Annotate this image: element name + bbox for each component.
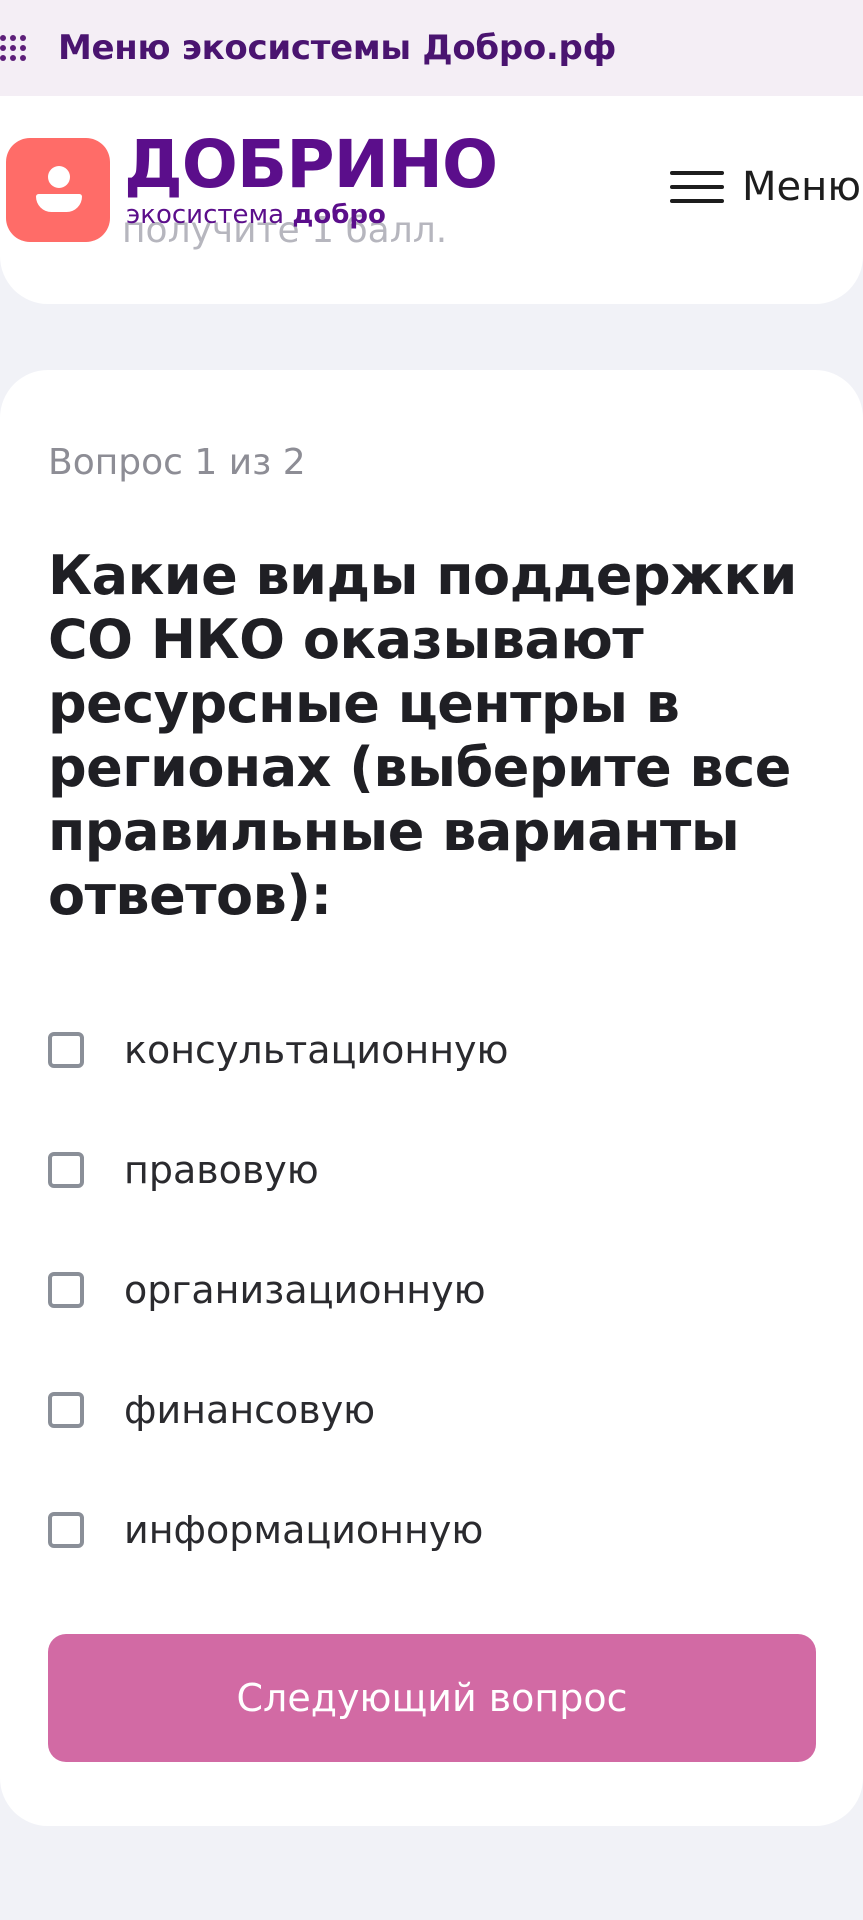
ecosystem-menu-bar[interactable]: Меню экосистемы Добро.рф: [0, 0, 863, 96]
answer-label[interactable]: финансовую: [124, 1388, 375, 1432]
checkbox[interactable]: [48, 1032, 84, 1068]
question-title: Какие виды поддержки СО НКО оказывают ре…: [48, 544, 797, 927]
menu-button[interactable]: Меню: [670, 162, 863, 212]
menu-label: Меню: [742, 164, 861, 210]
answer-option[interactable]: информационную: [48, 1470, 509, 1590]
hamburger-icon: [670, 167, 725, 207]
answer-option[interactable]: финансовую: [48, 1350, 509, 1470]
answer-option[interactable]: организационную: [48, 1230, 509, 1350]
next-question-button[interactable]: Следующий вопрос: [48, 1634, 816, 1762]
logo-title[interactable]: ДОБРИНО: [124, 130, 498, 200]
answer-label[interactable]: правовую: [124, 1148, 319, 1192]
answer-option[interactable]: консультационную: [48, 990, 509, 1110]
quiz-card: Вопрос 1 из 2 Какие виды поддержки СО НК…: [0, 370, 863, 1826]
ecosystem-menu-label: Меню экосистемы Добро.рф: [58, 28, 617, 68]
checkbox[interactable]: [48, 1272, 84, 1308]
grid-dots-icon: [0, 35, 30, 61]
checkbox[interactable]: [48, 1392, 84, 1428]
checkbox[interactable]: [48, 1152, 84, 1188]
answer-option[interactable]: правовую: [48, 1110, 509, 1230]
dobrino-logo-icon[interactable]: [6, 138, 110, 242]
checkbox[interactable]: [48, 1512, 84, 1548]
logo-sub-prefix: экосистема: [126, 200, 285, 230]
logo-sub-brand: добро: [292, 200, 386, 230]
question-counter: Вопрос 1 из 2: [48, 442, 306, 483]
answer-options: консультационную правовую организационну…: [48, 990, 509, 1590]
answer-label[interactable]: организационную: [124, 1268, 486, 1312]
answer-label[interactable]: информационную: [124, 1508, 483, 1552]
logo-subtitle: экосистема добро: [126, 200, 386, 230]
answer-label[interactable]: консультационную: [124, 1028, 509, 1072]
site-header: получите 1 балл. ДОБРИНО экосистема добр…: [0, 96, 863, 304]
